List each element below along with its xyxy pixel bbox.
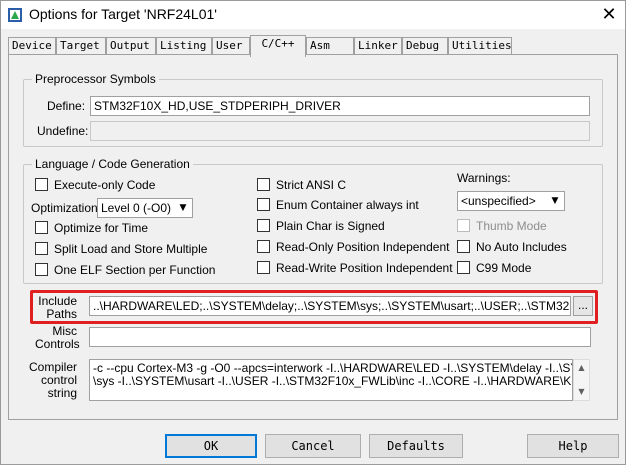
misc-controls-input[interactable] (89, 327, 591, 347)
define-input[interactable]: STM32F10X_HD,USE_STDPERIPH_DRIVER (90, 96, 590, 116)
tab-utilities[interactable]: Utilities (448, 37, 512, 55)
tab-linker[interactable]: Linker (354, 37, 402, 55)
no-auto-includes-checkbox[interactable]: No Auto Includes (457, 240, 567, 254)
tab-debug[interactable]: Debug (402, 37, 448, 55)
include-paths-label: Include Paths (35, 295, 77, 321)
title-bar[interactable]: Options for Target 'NRF24L01' ✕ (1, 1, 625, 29)
tab-listing[interactable]: Listing (156, 37, 212, 55)
warnings-select[interactable]: <unspecified> ▼ (457, 191, 565, 211)
scroll-down-icon[interactable]: ▼ (574, 384, 589, 400)
warnings-label: Warnings: (457, 171, 511, 185)
optimize-time-label: Optimize for Time (54, 221, 149, 235)
execute-only-checkbox[interactable]: Execute-only Code (35, 178, 155, 192)
enum-container-checkbox[interactable]: Enum Container always int (257, 198, 419, 212)
chevron-down-icon: ▼ (179, 203, 187, 213)
checkbox-box (457, 219, 470, 232)
execute-only-label: Execute-only Code (54, 178, 156, 192)
strict-ansi-label: Strict ANSI C (276, 178, 347, 192)
tab-c-cpp[interactable]: C/C++ (250, 35, 306, 57)
thumb-mode-label: Thumb Mode (476, 219, 547, 233)
optimization-select[interactable]: Level 0 (-O0) ▼ (97, 198, 193, 218)
language-group-title: Language / Code Generation (32, 157, 193, 171)
compiler-control-text[interactable]: -c --cpu Cortex-M3 -g -O0 --apcs=interwo… (89, 359, 573, 401)
undefine-input[interactable] (90, 121, 590, 141)
optimization-label: Optimization: (31, 201, 102, 215)
one-elf-label: One ELF Section per Function (54, 263, 216, 277)
warnings-value: <unspecified> (461, 194, 536, 208)
tab-asm[interactable]: Asm (306, 37, 354, 55)
preprocessor-group-title: Preprocessor Symbols (32, 72, 159, 86)
enum-container-label: Enum Container always int (276, 198, 419, 212)
rw-position-label: Read-Write Position Independent (276, 261, 453, 275)
misc-controls-label: Misc Controls (35, 325, 80, 351)
help-button[interactable]: Help (527, 434, 619, 458)
include-paths-browse-button[interactable]: ... (573, 296, 593, 316)
checkbox-box (35, 178, 48, 191)
undefine-label: Undefine: (37, 124, 89, 138)
checkbox-box (457, 240, 470, 253)
plain-char-checkbox[interactable]: Plain Char is Signed (257, 219, 385, 233)
split-load-checkbox[interactable]: Split Load and Store Multiple (35, 242, 207, 256)
ro-position-checkbox[interactable]: Read-Only Position Independent (257, 240, 449, 254)
rw-position-checkbox[interactable]: Read-Write Position Independent (257, 261, 453, 275)
window-title: Options for Target 'NRF24L01' (29, 6, 217, 22)
tab-target[interactable]: Target (56, 37, 106, 55)
optimize-time-checkbox[interactable]: Optimize for Time (35, 221, 148, 235)
compiler-control-label: Compiler control string (27, 361, 77, 400)
strict-ansi-checkbox[interactable]: Strict ANSI C (257, 178, 346, 192)
tab-output[interactable]: Output (106, 37, 156, 55)
checkbox-box (35, 221, 48, 234)
misc-controls-label-line2: Controls (35, 337, 80, 351)
cancel-button[interactable]: Cancel (265, 434, 361, 458)
checkbox-box (457, 261, 470, 274)
c99-mode-checkbox[interactable]: C99 Mode (457, 261, 531, 275)
include-paths-label-line2: Paths (46, 307, 77, 321)
ro-position-label: Read-Only Position Independent (276, 240, 450, 254)
checkbox-box (35, 263, 48, 276)
compiler-control-scrollbar[interactable]: ▲ ▼ (573, 359, 590, 401)
c99-mode-label: C99 Mode (476, 261, 532, 275)
tab-device[interactable]: Device (8, 37, 56, 55)
close-icon[interactable]: ✕ (599, 5, 619, 25)
chevron-down-icon: ▼ (551, 196, 559, 206)
compiler-control-label-line3: string (47, 386, 77, 400)
tab-user[interactable]: User (212, 37, 250, 55)
checkbox-box (257, 198, 270, 211)
checkbox-box (257, 178, 270, 191)
options-dialog: Options for Target 'NRF24L01' ✕ Device T… (0, 0, 626, 465)
keil-app-icon (8, 8, 22, 22)
define-label: Define: (47, 99, 86, 113)
plain-char-label: Plain Char is Signed (276, 219, 385, 233)
split-load-label: Split Load and Store Multiple (54, 242, 208, 256)
checkbox-box (257, 240, 270, 253)
defaults-button[interactable]: Defaults (369, 434, 463, 458)
checkbox-box (257, 261, 270, 274)
one-elf-checkbox[interactable]: One ELF Section per Function (35, 263, 215, 277)
ok-button[interactable]: OK (165, 434, 257, 458)
thumb-mode-checkbox[interactable]: Thumb Mode (457, 219, 547, 233)
scroll-up-icon[interactable]: ▲ (574, 360, 589, 376)
checkbox-box (257, 219, 270, 232)
no-auto-includes-label: No Auto Includes (476, 240, 567, 254)
checkbox-box (35, 242, 48, 255)
optimization-value: Level 0 (-O0) (101, 201, 172, 215)
include-paths-input[interactable]: ..\HARDWARE\LED;..\SYSTEM\delay;..\SYSTE… (89, 296, 571, 316)
compiler-control-line2: \sys -I..\SYSTEM\usart -I..\USER -I..\ST… (93, 374, 573, 388)
